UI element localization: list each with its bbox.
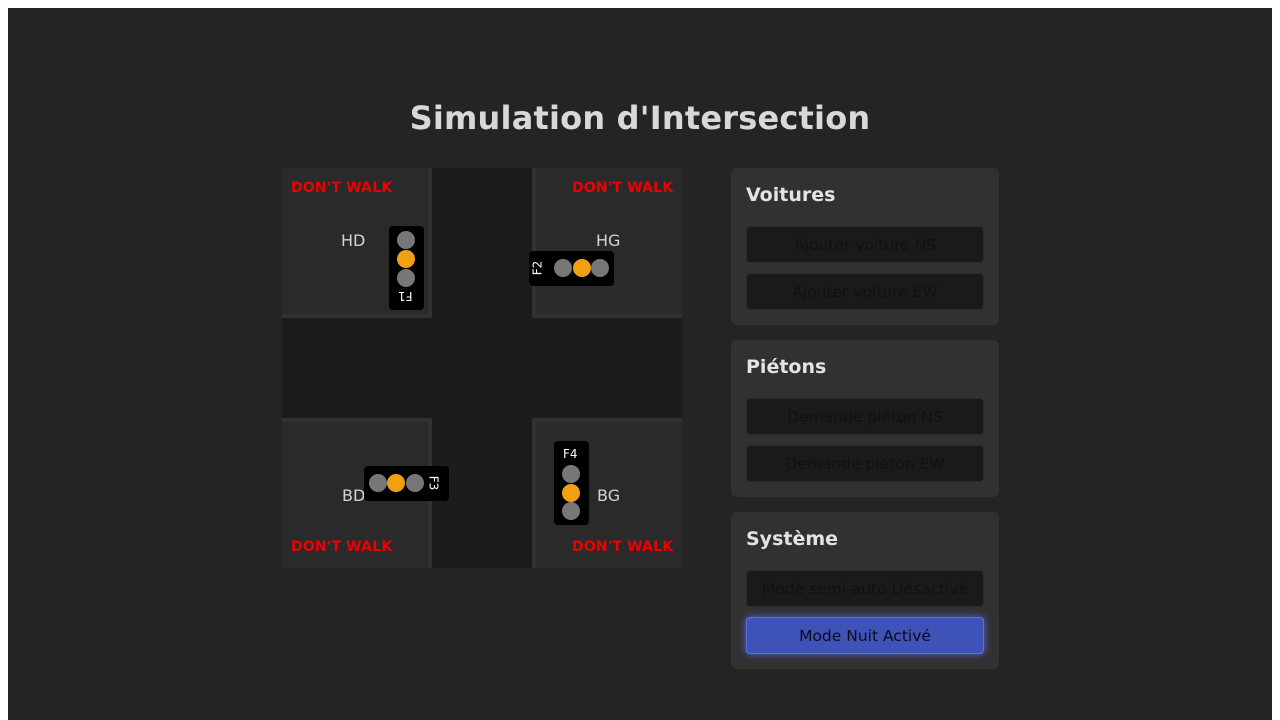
- system-panel: Système Mode semi-auto Désactivé Mode Nu…: [731, 512, 999, 669]
- traffic-light-f2: F2: [529, 251, 614, 286]
- traffic-light-red-lamp: [554, 259, 572, 277]
- traffic-light-green-lamp: [369, 474, 387, 492]
- curb: [532, 314, 682, 318]
- curb: [282, 418, 432, 422]
- dont-walk-signal-top-left: DON'T WALK: [291, 180, 393, 196]
- app-window: Simulation d'Intersection DON'T WALK DON…: [8, 8, 1272, 720]
- traffic-light-green-lamp: [397, 269, 415, 287]
- traffic-light-f1: F1: [389, 226, 424, 310]
- curb: [532, 418, 682, 422]
- traffic-light-yellow-lamp: [562, 484, 580, 502]
- pedestrian-request-ew-button[interactable]: Demande piéton EW: [746, 445, 984, 482]
- traffic-light-red-lamp: [562, 502, 580, 520]
- curb: [282, 314, 432, 318]
- corner-label-bg: BG: [597, 486, 621, 505]
- semi-auto-mode-toggle[interactable]: Mode semi-auto Désactivé: [746, 570, 984, 607]
- cars-panel: Voitures Ajouter voiture NS Ajouter voit…: [731, 168, 999, 325]
- corner-label-hd: HD: [341, 231, 366, 250]
- road-east-west: [282, 318, 682, 418]
- page-title: Simulation d'Intersection: [409, 99, 871, 137]
- traffic-light-label: F2: [530, 260, 545, 276]
- corner-label-hg: HG: [596, 231, 621, 250]
- traffic-light-label: F3: [426, 475, 441, 491]
- corner-label-bd: BD: [342, 486, 366, 505]
- traffic-light-red-lamp: [406, 474, 424, 492]
- dont-walk-signal-top-right: DON'T WALK: [572, 180, 674, 196]
- dont-walk-signal-bottom-left: DON'T WALK: [291, 539, 393, 555]
- pedestrians-panel: Piétons Demande piéton NS Demande piéton…: [731, 340, 999, 497]
- traffic-light-green-lamp: [591, 259, 609, 277]
- traffic-light-red-lamp: [397, 231, 415, 249]
- night-mode-toggle[interactable]: Mode Nuit Activé: [746, 617, 984, 654]
- traffic-light-label: F1: [398, 289, 413, 303]
- dont-walk-signal-bottom-right: DON'T WALK: [572, 539, 674, 555]
- traffic-light-label: F4: [563, 447, 578, 461]
- cars-panel-title: Voitures: [746, 184, 836, 206]
- curb: [532, 168, 536, 318]
- curb: [428, 168, 432, 318]
- traffic-light-f4: F4: [554, 441, 589, 525]
- pedestrians-panel-title: Piétons: [746, 356, 827, 378]
- traffic-light-yellow-lamp: [387, 474, 405, 492]
- add-car-ns-button[interactable]: Ajouter voiture NS: [746, 226, 984, 263]
- traffic-light-yellow-lamp: [573, 259, 591, 277]
- traffic-light-f3: F3: [364, 466, 449, 501]
- add-car-ew-button[interactable]: Ajouter voiture EW: [746, 273, 984, 310]
- traffic-light-green-lamp: [562, 465, 580, 483]
- pedestrian-request-ns-button[interactable]: Demande piéton NS: [746, 398, 984, 435]
- traffic-light-yellow-lamp: [397, 250, 415, 268]
- curb: [532, 418, 536, 568]
- system-panel-title: Système: [746, 528, 839, 550]
- intersection: DON'T WALK DON'T WALK DON'T WALK DON'T W…: [282, 168, 682, 568]
